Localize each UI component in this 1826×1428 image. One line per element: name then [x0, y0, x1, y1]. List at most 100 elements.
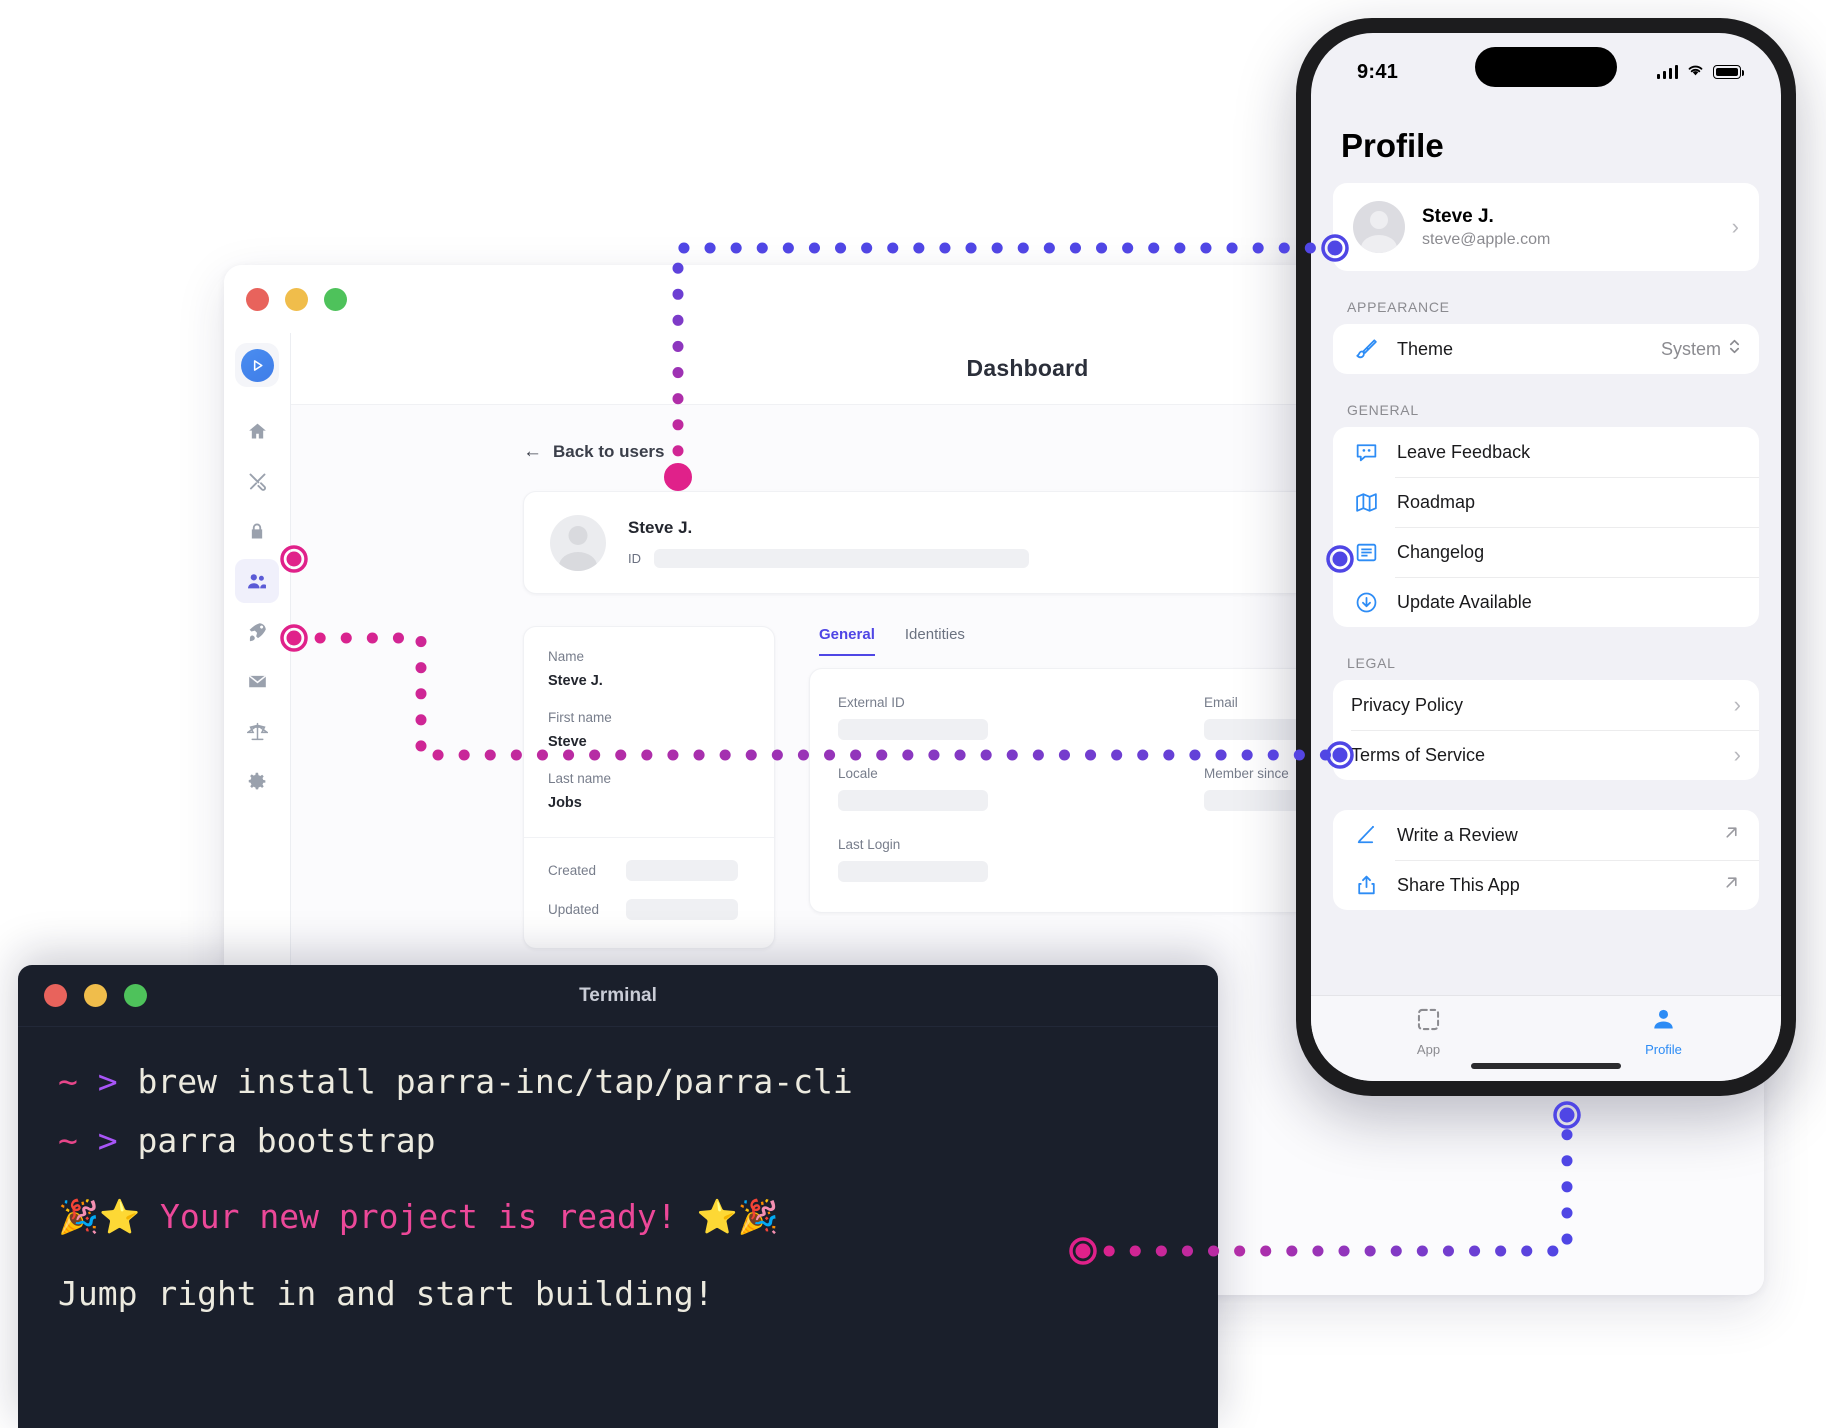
tab-bar-label: App: [1416, 1042, 1441, 1057]
section-header-legal: LEGAL: [1347, 655, 1396, 671]
paintbrush-icon: [1351, 337, 1381, 362]
list-item-share-this-app[interactable]: Share This App: [1333, 860, 1759, 910]
prompt-tilde: ~: [58, 1062, 78, 1101]
list-item-label: Leave Feedback: [1397, 441, 1531, 462]
sidebar-item-logo[interactable]: [235, 343, 279, 387]
locale-input[interactable]: [838, 790, 988, 811]
external-link-icon: [1722, 823, 1741, 847]
legal-card: Privacy Policy › Terms of Service ›: [1333, 680, 1759, 780]
field-label: First name: [548, 710, 612, 725]
maximize-window-button[interactable]: [324, 287, 347, 311]
sidebar-item-home[interactable]: [235, 409, 279, 453]
form-field: Last Login: [838, 837, 1134, 882]
terminal-closing-line: Jump right in and start building!: [58, 1274, 714, 1314]
minimize-window-button[interactable]: [285, 287, 308, 311]
page-title: Dashboard: [966, 355, 1089, 381]
list-item-label: Terms of Service: [1351, 744, 1486, 765]
rocket-icon: [247, 621, 268, 642]
tab-bar-item-app[interactable]: App: [1311, 1006, 1546, 1057]
parra-logo-icon: [240, 348, 274, 382]
mail-icon: [247, 671, 268, 692]
last-login-input[interactable]: [838, 861, 988, 882]
back-to-users-link[interactable]: ← Back to users: [523, 441, 665, 463]
list-item-update-available[interactable]: Update Available: [1333, 577, 1759, 627]
list-item-changelog[interactable]: Changelog: [1333, 527, 1759, 577]
screen-title: Profile: [1341, 127, 1444, 164]
terminal-command: parra bootstrap: [137, 1120, 436, 1160]
status-bar-time: 9:41: [1357, 60, 1399, 83]
sidebar-item-legal[interactable]: [235, 709, 279, 753]
user-id-row: ID: [628, 548, 1029, 568]
prompt-tilde: ~: [58, 1120, 78, 1160]
settings-list[interactable]: Steve J. steve@apple.com › APPEARANCE Th…: [1311, 183, 1781, 995]
avatar: [1353, 201, 1405, 253]
field-label: Updated: [548, 902, 600, 917]
profile-name: Steve J.: [1422, 205, 1494, 227]
avatar: [550, 514, 606, 571]
theme-value[interactable]: System: [1661, 337, 1741, 361]
section-header-general: GENERAL: [1347, 402, 1419, 418]
tools-icon: [247, 471, 268, 492]
feedback-bubble-icon: [1351, 440, 1381, 465]
app-placeholder-icon: [1415, 1006, 1442, 1038]
users-icon: [246, 570, 268, 592]
screenshot-stage: Dashboard ← Back to users Steve J. ID Na…: [0, 0, 1826, 1428]
meta-row: Created: [548, 860, 750, 881]
back-link-label: Back to users: [553, 442, 665, 461]
settings-gear-icon: [247, 771, 268, 792]
list-item-theme[interactable]: Theme System: [1333, 324, 1759, 374]
list-item-label: Privacy Policy: [1351, 694, 1464, 715]
sidebar-item-users[interactable]: [235, 559, 279, 603]
terminal-output[interactable]: ~ > brew install parra-inc/tap/parra-cli…: [18, 1027, 1218, 1350]
phone-screen: 9:41 Profile Steve J. steve@apple.com › …: [1311, 33, 1781, 1081]
tab-bar-label: Profile: [1645, 1042, 1682, 1057]
sidebar-item-settings[interactable]: [235, 759, 279, 803]
terminal-title: Terminal: [579, 984, 657, 1006]
sidebar-item-security[interactable]: [235, 509, 279, 553]
form-field: External ID: [838, 695, 1134, 740]
list-item-roadmap[interactable]: Roadmap: [1333, 477, 1759, 527]
list-item-label: Write a Review: [1397, 824, 1518, 845]
terminal-line: ~ > brew install parra-inc/tap/parra-cli: [58, 1053, 1178, 1112]
external-id-input[interactable]: [838, 719, 988, 740]
terminal-titlebar: Terminal: [18, 965, 1218, 1027]
list-item-label: Roadmap: [1397, 491, 1476, 512]
theme-value-text: System: [1660, 338, 1721, 359]
field-label: External ID: [838, 695, 905, 710]
list-item-label: Theme: [1397, 338, 1454, 359]
list-item-privacy-policy[interactable]: Privacy Policy ›: [1333, 680, 1759, 730]
external-link-icon: [1722, 873, 1741, 897]
tab-bar-item-profile[interactable]: Profile: [1546, 1006, 1781, 1057]
sidebar-item-messages[interactable]: [235, 659, 279, 703]
sidebar-item-releases[interactable]: [235, 609, 279, 653]
actions-card: Write a Review Share This App: [1333, 810, 1759, 910]
appearance-card: Theme System: [1333, 324, 1759, 374]
window-traffic-lights: [246, 287, 347, 311]
user-id-value: [654, 548, 1029, 568]
share-icon: [1351, 873, 1381, 898]
tab-identities[interactable]: Identities: [905, 626, 965, 656]
signal-bars-icon: [1656, 65, 1678, 79]
wifi-icon: [1686, 63, 1705, 82]
terminal-line: ~ > parra bootstrap: [58, 1112, 1178, 1171]
battery-full-icon: [1713, 65, 1744, 79]
general-card: Leave Feedback Roadmap Changelog Update …: [1333, 427, 1759, 627]
list-item-leave-feedback[interactable]: Leave Feedback: [1333, 427, 1759, 477]
chevron-right-icon: ›: [1733, 742, 1741, 767]
changelog-doc-icon: [1351, 540, 1381, 565]
field-value: Steve J.: [548, 673, 603, 689]
profile-card[interactable]: Steve J. steve@apple.com ›: [1333, 183, 1759, 271]
lock-icon: [247, 521, 267, 541]
field-value: Jobs: [548, 795, 582, 811]
terminal-window: Terminal ~ > brew install parra-inc/tap/…: [18, 965, 1218, 1428]
user-attributes-panel: Name Steve J. First name Steve Last name…: [523, 626, 775, 949]
list-item-write-a-review[interactable]: Write a Review: [1333, 810, 1759, 860]
legal-scales-icon: [246, 721, 268, 742]
close-window-button[interactable]: [246, 287, 269, 311]
list-item-terms-of-service[interactable]: Terms of Service ›: [1333, 730, 1759, 780]
profile-row[interactable]: Steve J. steve@apple.com ›: [1333, 183, 1759, 271]
tab-general[interactable]: General: [819, 626, 875, 656]
sidebar-item-tools[interactable]: [235, 459, 279, 503]
